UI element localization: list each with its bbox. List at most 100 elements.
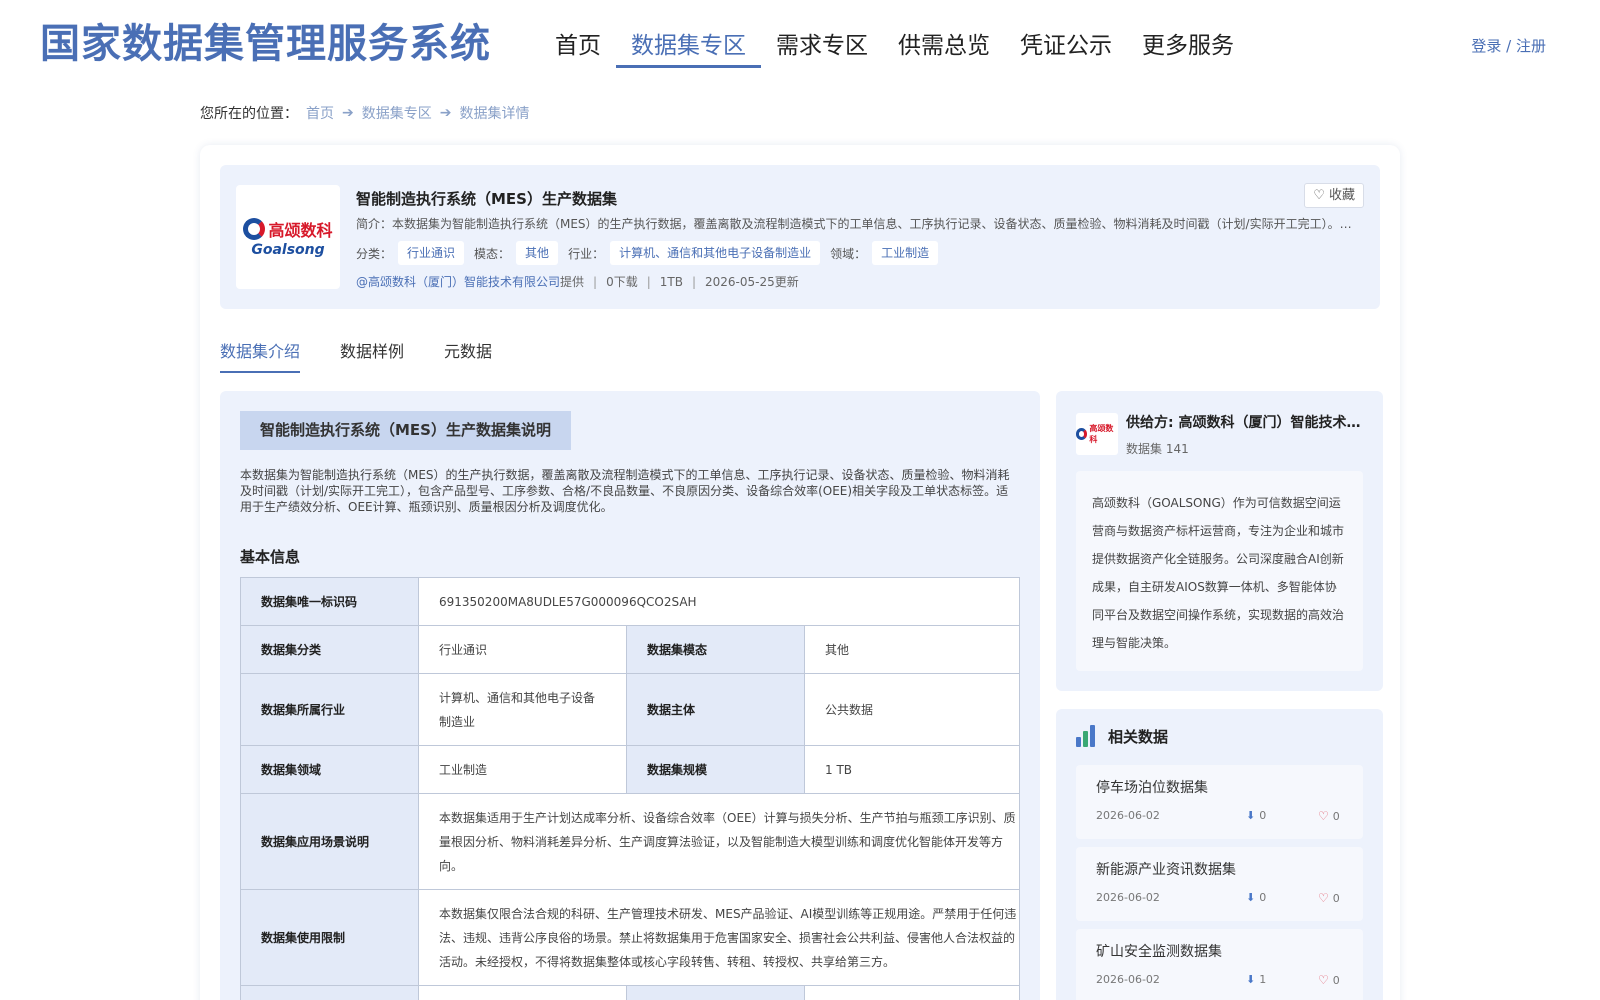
login-register-link[interactable]: 登录 / 注册 <box>1471 35 1546 56</box>
table-label: 数据集模态 <box>626 625 805 674</box>
dataset-detail-card: 高颂数科 Goalsong 智能制造执行系统（MES）生产数据集 ♡ 收藏 简介… <box>200 145 1400 1000</box>
description-text: 本数据集为智能制造执行系统（MES）的生产执行数据，覆盖离散及流程制造模式下的工… <box>240 468 1010 514</box>
supplier-logo-text: 高颂数科 <box>1089 424 1114 444</box>
related-item-downloads: ⬇ 0 <box>1246 809 1267 822</box>
updated-date: 2026-05-25更新 <box>705 275 799 289</box>
nav-voucher-publicity[interactable]: 凭证公示 <box>1005 26 1127 68</box>
download-count: 0下载 <box>606 275 638 289</box>
table-label: 数据集所属行业 <box>240 673 419 746</box>
related-item[interactable]: 新能源产业资讯数据集 2026-06-02 ⬇ 0 ♡ 0 <box>1076 847 1363 921</box>
category-label: 分类： <box>356 246 393 261</box>
supplier-description: 高颂数科（GOALSONG）作为可信数据空间运营商与数据资产标杆运营商，专注为企… <box>1076 471 1363 671</box>
related-item-date: 2026-06-02 <box>1096 891 1160 904</box>
related-item-likes: ♡ 0 <box>1318 891 1340 905</box>
dataset-meta: @高颂数科（厦门）智能技术有限公司 提供 | 0下载 | 1TB | 2026-… <box>356 273 799 290</box>
heart-icon: ♡ <box>1318 809 1329 823</box>
table-value: 691350200MA8UDLE57G000096QCO2SAH <box>418 577 1020 626</box>
dataset-tags: 分类： 行业通识 模态： 其他 行业： 计算机、通信和其他电子设备制造业 领域：… <box>356 241 948 265</box>
dataset-intro-panel: 智能制造执行系统（MES）生产数据集说明 本数据集为智能制造执行系统（MES）的… <box>220 391 1040 1000</box>
table-value: 工业制造 <box>418 745 627 794</box>
table-label: 数据集规模 <box>626 745 805 794</box>
related-item-title[interactable]: 停车场泊位数据集 <box>1096 777 1208 797</box>
table-row: 数据集领域 工业制造 数据集规模 1 TB <box>240 745 1020 794</box>
modality-tag[interactable]: 其他 <box>516 241 559 265</box>
related-item-likes: ♡ 0 <box>1318 809 1340 823</box>
heart-icon: ♡ <box>1318 973 1329 987</box>
table-row: 数据集使用限制 本数据集仅限合法合规的科研、生产管理技术研发、MES产品验证、A… <box>240 889 1020 986</box>
tab-dataset-intro[interactable]: 数据集介绍 <box>220 337 301 373</box>
dataset-intro: 简介：本数据集为智能制造执行系统（MES）的生产执行数据，覆盖离散及流程制造模式… <box>356 217 1361 231</box>
favorite-button[interactable]: ♡ 收藏 <box>1304 183 1364 208</box>
arrow-right-icon: ➔ <box>342 105 354 121</box>
dataset-title: 智能制造执行系统（MES）生产数据集 <box>356 190 617 208</box>
supplier-card: 高颂数科 供给方: 高颂数科（厦门）智能技术有限公司 数据集 141 高颂数科（… <box>1056 391 1383 691</box>
related-item-title[interactable]: 新能源产业资讯数据集 <box>1096 859 1236 879</box>
breadcrumb: 您所在的位置： 首页 ➔ 数据集专区 ➔ 数据集详情 <box>200 103 529 123</box>
nav-dataset-zone[interactable]: 数据集专区 <box>616 26 761 68</box>
nav-supply-demand-overview[interactable]: 供需总览 <box>883 26 1005 68</box>
related-data-header: 相关数据 <box>1076 725 1168 747</box>
tab-metadata[interactable]: 元数据 <box>444 337 492 373</box>
table-value: 本数据集适用于生产计划达成率分析、设备综合效率（OEE）计算与损失分析、生产节拍… <box>418 793 1020 890</box>
nav-demand-zone[interactable]: 需求专区 <box>761 26 883 68</box>
detail-tabs: 数据集介绍 数据样例 元数据 <box>220 337 532 373</box>
download-icon: ⬇ <box>1246 891 1256 904</box>
related-item[interactable]: 停车场泊位数据集 2026-06-02 ⬇ 0 ♡ 0 <box>1076 765 1363 839</box>
divider: | <box>691 274 697 289</box>
table-value: 1 TB <box>804 745 1020 794</box>
main-nav: 首页 数据集专区 需求专区 供需总览 凭证公示 更多服务 <box>540 26 1249 68</box>
provider-logo-en: Goalsong <box>251 241 325 258</box>
table-value: 其他 <box>804 625 1020 674</box>
related-item[interactable]: 矿山安全监测数据集 2026-06-02 ⬇ 1 ♡ 0 <box>1076 929 1363 1000</box>
table-value: 本数据集仅限合法合规的科研、生产管理技术研发、MES产品验证、AI模型训练等正规… <box>418 889 1020 986</box>
dataset-header: 高颂数科 Goalsong 智能制造执行系统（MES）生产数据集 ♡ 收藏 简介… <box>220 165 1380 309</box>
table-label: 数据集领域 <box>240 745 419 794</box>
supplier-name[interactable]: 供给方: 高颂数科（厦门）智能技术有限公司 <box>1126 412 1366 432</box>
arrow-right-icon: ➔ <box>439 105 452 121</box>
supplier-dataset-count: 数据集 141 <box>1126 442 1189 456</box>
basic-info-title: 基本信息 <box>240 548 301 566</box>
goalsong-g-icon <box>1076 428 1088 440</box>
site-logo[interactable]: 国家数据集管理服务系统 <box>40 20 491 68</box>
download-icon: ⬇ <box>1246 809 1256 822</box>
table-label: 数据集使用限制 <box>240 889 419 986</box>
nav-home[interactable]: 首页 <box>540 26 616 68</box>
table-value: 计算机、通信和其他电子设备制造业 <box>418 673 627 746</box>
table-label: 数据集分类 <box>240 625 419 674</box>
provider-link[interactable]: @高颂数科（厦门）智能技术有限公司 <box>356 273 560 290</box>
table-row: 数据集应用场景说明 本数据集适用于生产计划达成率分析、设备综合效率（OEE）计算… <box>240 793 1020 890</box>
modality-label: 模态： <box>474 246 511 261</box>
divider: | <box>593 274 598 289</box>
related-item-date: 2026-06-02 <box>1096 973 1160 986</box>
nav-more-services[interactable]: 更多服务 <box>1127 26 1249 68</box>
provider-logo-cn: 高颂数科 <box>268 220 333 240</box>
breadcrumb-home[interactable]: 首页 <box>306 103 334 123</box>
table-row: 数据集所属行业 计算机、通信和其他电子设备制造业 数据主体 公共数据 <box>240 673 1020 746</box>
supplier-logo: 高颂数科 <box>1076 413 1118 455</box>
favorite-label: 收藏 <box>1328 188 1355 203</box>
table-row: 数据集分类 行业通识 数据集模态 其他 <box>240 625 1020 674</box>
tab-data-sample[interactable]: 数据样例 <box>340 337 404 373</box>
table-value: 行业通识 <box>418 625 627 674</box>
related-item-downloads: ⬇ 1 <box>1246 973 1267 986</box>
related-item-date: 2026-06-02 <box>1096 809 1160 822</box>
table-row: 数据集唯一标识码 691350200MA8UDLE57G000096QCO2SA… <box>240 577 1020 626</box>
domain-label: 领域： <box>830 246 867 261</box>
industry-tag[interactable]: 计算机、通信和其他电子设备制造业 <box>610 241 821 265</box>
breadcrumb-prefix: 您所在的位置： <box>200 106 298 122</box>
domain-tag[interactable]: 工业制造 <box>872 241 939 265</box>
goalsong-g-icon <box>243 217 266 240</box>
basic-info-table: 数据集唯一标识码 691350200MA8UDLE57G000096QCO2SA… <box>240 577 1020 1000</box>
top-header: 国家数据集管理服务系统 首页 数据集专区 需求专区 供需总览 凭证公示 更多服务… <box>0 0 1600 80</box>
breadcrumb-dataset-zone[interactable]: 数据集专区 <box>362 103 432 123</box>
heart-outline-icon: ♡ <box>1313 188 1325 203</box>
heart-icon: ♡ <box>1318 891 1329 905</box>
related-item-title[interactable]: 矿山安全监测数据集 <box>1096 941 1222 961</box>
industry-label: 行业： <box>568 246 605 261</box>
category-tag[interactable]: 行业通识 <box>398 241 465 265</box>
breadcrumb-dataset-detail: 数据集详情 <box>459 106 530 122</box>
table-label: 数据主体 <box>626 673 805 746</box>
bar-chart-icon <box>1076 725 1100 747</box>
table-value: 公共数据 <box>804 673 1020 746</box>
provider-suffix: 提供 <box>560 275 585 289</box>
